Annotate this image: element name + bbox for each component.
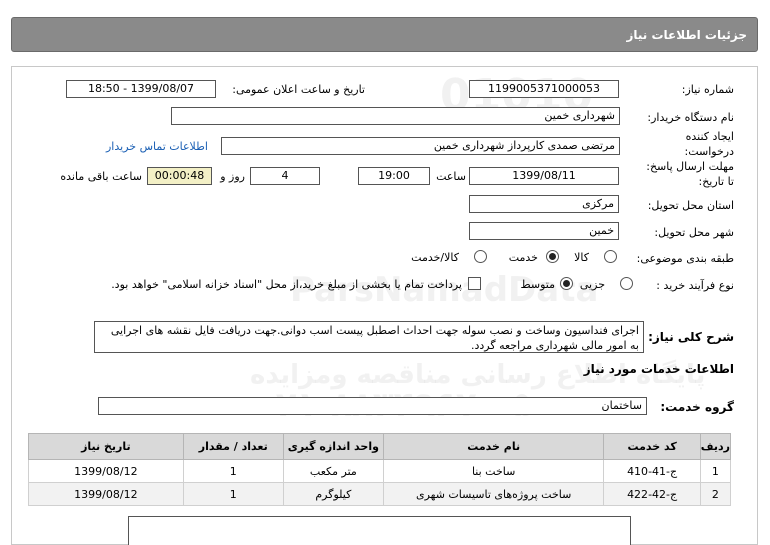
- city-field: خمین: [469, 222, 619, 240]
- province-field: مرکزی: [469, 195, 619, 213]
- remaining-time-field: 00:00:48: [147, 167, 212, 185]
- category-goods-service-radio[interactable]: [474, 250, 487, 263]
- deadline-time-field: 19:00: [358, 167, 430, 185]
- category-goods-label: کالا: [574, 251, 589, 264]
- buyer-contact-link[interactable]: اطلاعات تماس خریدار: [106, 140, 208, 153]
- col-service-name: نام خدمت: [382, 433, 605, 460]
- days-remaining-field: 4: [250, 167, 320, 185]
- deadline-label-2: تا تاریخ:: [698, 175, 734, 188]
- service-group-label: گروه خدمت:: [660, 400, 734, 414]
- col-row-number: ردیف: [699, 433, 732, 460]
- city-label: شهر محل تحویل:: [654, 226, 734, 239]
- description-box: اجرای فنداسیون وساخت و نصب سوله جهت احدا…: [94, 321, 644, 353]
- creator-field: مرتضی صمدی کارپرداز شهرداری خمین: [221, 137, 620, 155]
- category-label: طبقه بندی موضوعی:: [636, 252, 734, 265]
- cell-quantity: 1: [182, 459, 284, 483]
- col-need-date: تاریخ نیاز: [28, 433, 184, 460]
- deadline-time-label: ساعت: [436, 170, 466, 183]
- deadline-date-field: 1399/08/11: [469, 167, 619, 185]
- cell-quantity: 1: [182, 482, 284, 506]
- category-service-label: خدمت: [508, 251, 538, 264]
- buyer-label: نام دستگاه خریدار:: [647, 111, 734, 124]
- process-minor-radio[interactable]: [620, 277, 633, 290]
- need-number-label: شماره نیاز:: [681, 83, 734, 96]
- category-service-radio[interactable]: [546, 250, 559, 263]
- category-goods-radio[interactable]: [604, 250, 617, 263]
- cell-service-code: ج-42-422: [603, 482, 701, 506]
- page-header: جزئیات اطلاعات نیاز: [11, 17, 758, 52]
- service-group-field: ساختمان: [98, 397, 647, 415]
- page-title: جزئیات اطلاعات نیاز: [626, 28, 747, 42]
- process-medium-radio[interactable]: [560, 277, 573, 290]
- notes-box: [128, 516, 631, 545]
- announce-field: 1399/08/07 - 18:50: [66, 80, 216, 98]
- cell-service-name: ساخت بنا: [382, 459, 605, 483]
- treasury-payment-note: پرداخت تمام یا بخشی از مبلغ خرید،از محل …: [111, 278, 462, 291]
- table-header-row: ردیف کد خدمت نام خدمت واحد اندازه گیری ت…: [28, 433, 732, 460]
- services-table: ردیف کد خدمت نام خدمت واحد اندازه گیری ت…: [28, 433, 732, 506]
- description-label: شرح کلی نیاز:: [648, 330, 734, 344]
- cell-unit: متر مکعب: [282, 459, 384, 483]
- creator-label-1: ایجاد کننده: [685, 130, 734, 143]
- table-row: 2 ج-42-422 ساخت پروژه‌های تاسیسات شهری ک…: [28, 482, 732, 506]
- cell-service-name: ساخت پروژه‌های تاسیسات شهری: [382, 482, 605, 506]
- need-number-field: 1199005371000053: [469, 80, 619, 98]
- cell-service-code: ج-41-410: [603, 459, 701, 483]
- province-label: استان محل تحویل:: [647, 199, 734, 212]
- cell-need-date: 1399/08/12: [28, 482, 184, 506]
- services-heading: اطلاعات خدمات مورد نیاز: [583, 362, 734, 376]
- process-medium-label: متوسط: [520, 278, 555, 291]
- table-row: 1 ج-41-410 ساخت بنا متر مکعب 1 1399/08/1…: [28, 459, 732, 483]
- col-service-code: کد خدمت: [603, 433, 701, 460]
- col-unit: واحد اندازه گیری: [282, 433, 384, 460]
- remaining-time-label: ساعت باقی مانده: [60, 170, 142, 183]
- creator-label-2: درخواست:: [684, 145, 734, 158]
- days-label: روز و: [220, 170, 245, 183]
- deadline-label-1: مهلت ارسال پاسخ:: [646, 160, 734, 173]
- process-label: نوع فرآیند خرید :: [656, 279, 734, 292]
- buyer-field: شهرداری خمین: [171, 107, 620, 125]
- process-minor-label: جزیی: [579, 278, 605, 291]
- cell-need-date: 1399/08/12: [28, 459, 184, 483]
- treasury-payment-checkbox[interactable]: [468, 277, 481, 290]
- col-quantity: تعداد / مقدار: [182, 433, 284, 460]
- category-goods-service-label: کالا/خدمت: [411, 251, 459, 264]
- cell-row-number: 2: [699, 482, 732, 506]
- cell-row-number: 1: [699, 459, 732, 483]
- cell-unit: کیلوگرم: [282, 482, 384, 506]
- announce-label: تاریخ و ساعت اعلان عمومی:: [232, 83, 365, 96]
